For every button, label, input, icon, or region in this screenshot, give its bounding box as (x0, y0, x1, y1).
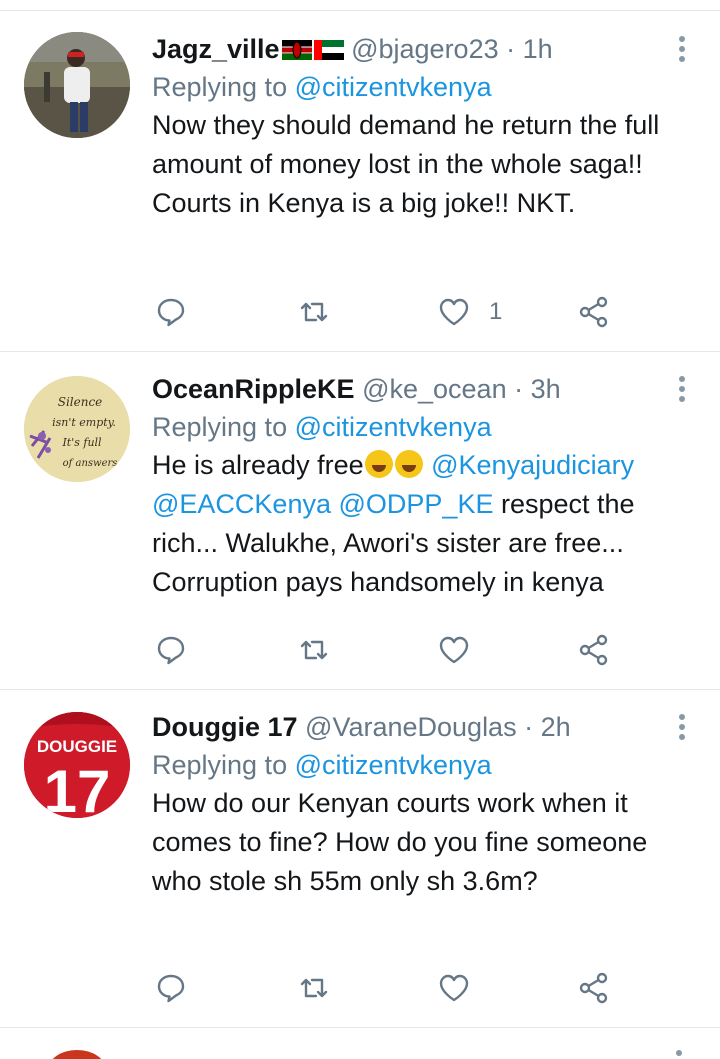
mention-link[interactable]: @ODPP_KE (339, 489, 494, 519)
reply-button[interactable] (154, 630, 188, 670)
avatar-text-line: of answers (63, 458, 118, 469)
tweet[interactable]: Silence isn't empty. It's full of answer… (0, 352, 720, 690)
avatar-text-line: It's full (61, 436, 102, 449)
retweet-button[interactable] (297, 630, 331, 670)
mention-link[interactable]: @citizentvkenya (295, 72, 492, 102)
reply-icon (157, 298, 185, 327)
tweet-actions (152, 968, 622, 1008)
share-button[interactable] (577, 630, 611, 670)
mention-link[interactable]: @citizentvkenya (295, 412, 492, 442)
tweet[interactable]: Jagz_ville @bjagero23 · 1h Replying to @… (0, 10, 720, 352)
tweet-actions: 1 (152, 292, 622, 332)
tweet-text: Now they should demand he return the ful… (152, 110, 660, 218)
like-button[interactable] (437, 630, 471, 670)
reply-button[interactable] (154, 968, 188, 1008)
retweet-button[interactable] (297, 292, 331, 332)
mention-link[interactable]: @Kenyajudiciary (431, 450, 634, 480)
tweet-text: How do our Kenyan courts work when it co… (152, 788, 648, 896)
share-button[interactable] (577, 292, 611, 332)
handle[interactable]: @VaraneDouglas (305, 712, 517, 742)
avatar-photo (24, 32, 130, 138)
share-icon (579, 634, 608, 666)
avatar-text-line: isn't empty. (52, 416, 116, 429)
reply-button[interactable] (154, 292, 188, 332)
retweet-icon (300, 640, 328, 660)
mention-link[interactable]: @citizentvkenya (295, 750, 492, 780)
avatar-text-line: Silence (58, 395, 103, 409)
like-icon (439, 974, 469, 1002)
display-name[interactable]: Douggie 17 (152, 712, 298, 742)
timestamp: · 2h (524, 712, 571, 742)
like-button[interactable] (437, 968, 471, 1008)
avatar-image: Silence isn't empty. It's full of answer… (24, 376, 130, 482)
display-name[interactable]: Jagz_ville (152, 34, 280, 64)
jersey-number: 17 (44, 758, 111, 818)
avatar-jersey: DOUGGIE 17 (24, 712, 130, 818)
rofl-emoji-icon (394, 450, 423, 478)
timestamp: · 3h (514, 374, 561, 404)
retweet-icon (300, 978, 328, 998)
tweet[interactable]: DOUGGIE 17 Douggie 17 @VaraneDouglas · 2… (0, 690, 720, 1028)
reply-icon (157, 636, 185, 665)
share-button[interactable] (577, 968, 611, 1008)
avatar[interactable] (24, 32, 130, 138)
handle[interactable]: @bjagero23 (351, 34, 499, 64)
avatar[interactable]: DOUGGIE 17 (24, 712, 130, 818)
like-count: 1 (489, 298, 503, 325)
next-tweet-partial[interactable] (0, 1028, 720, 1059)
timestamp: · 1h (506, 34, 553, 64)
display-name[interactable]: OceanRippleKE (152, 374, 355, 404)
like-icon (439, 636, 469, 664)
handle[interactable]: @ke_ocean (362, 374, 507, 404)
retweet-icon (300, 302, 328, 322)
more-icon[interactable] (676, 1050, 682, 1056)
share-icon (579, 972, 608, 1004)
tweet-text: He is already free @Kenyajudiciary @EACC… (152, 450, 635, 597)
avatar[interactable] (48, 1050, 106, 1059)
reply-icon (157, 974, 185, 1003)
share-icon (579, 296, 608, 328)
rofl-emoji-icon (364, 450, 393, 478)
like-icon (439, 298, 469, 326)
replying-to: Replying to @citizentvkenya (152, 72, 492, 102)
replying-to: Replying to @citizentvkenya (152, 750, 492, 780)
replying-to: Replying to @citizentvkenya (152, 412, 492, 442)
mention-link[interactable]: @EACCKenya (152, 489, 331, 519)
avatar[interactable]: Silence isn't empty. It's full of answer… (24, 376, 130, 482)
uae-flag-icon (313, 40, 344, 60)
kenya-flag-icon (281, 40, 312, 60)
tweet-actions (152, 630, 622, 670)
retweet-button[interactable] (297, 968, 331, 1008)
like-button[interactable]: 1 (437, 292, 502, 332)
jersey-name: DOUGGIE (37, 737, 117, 756)
